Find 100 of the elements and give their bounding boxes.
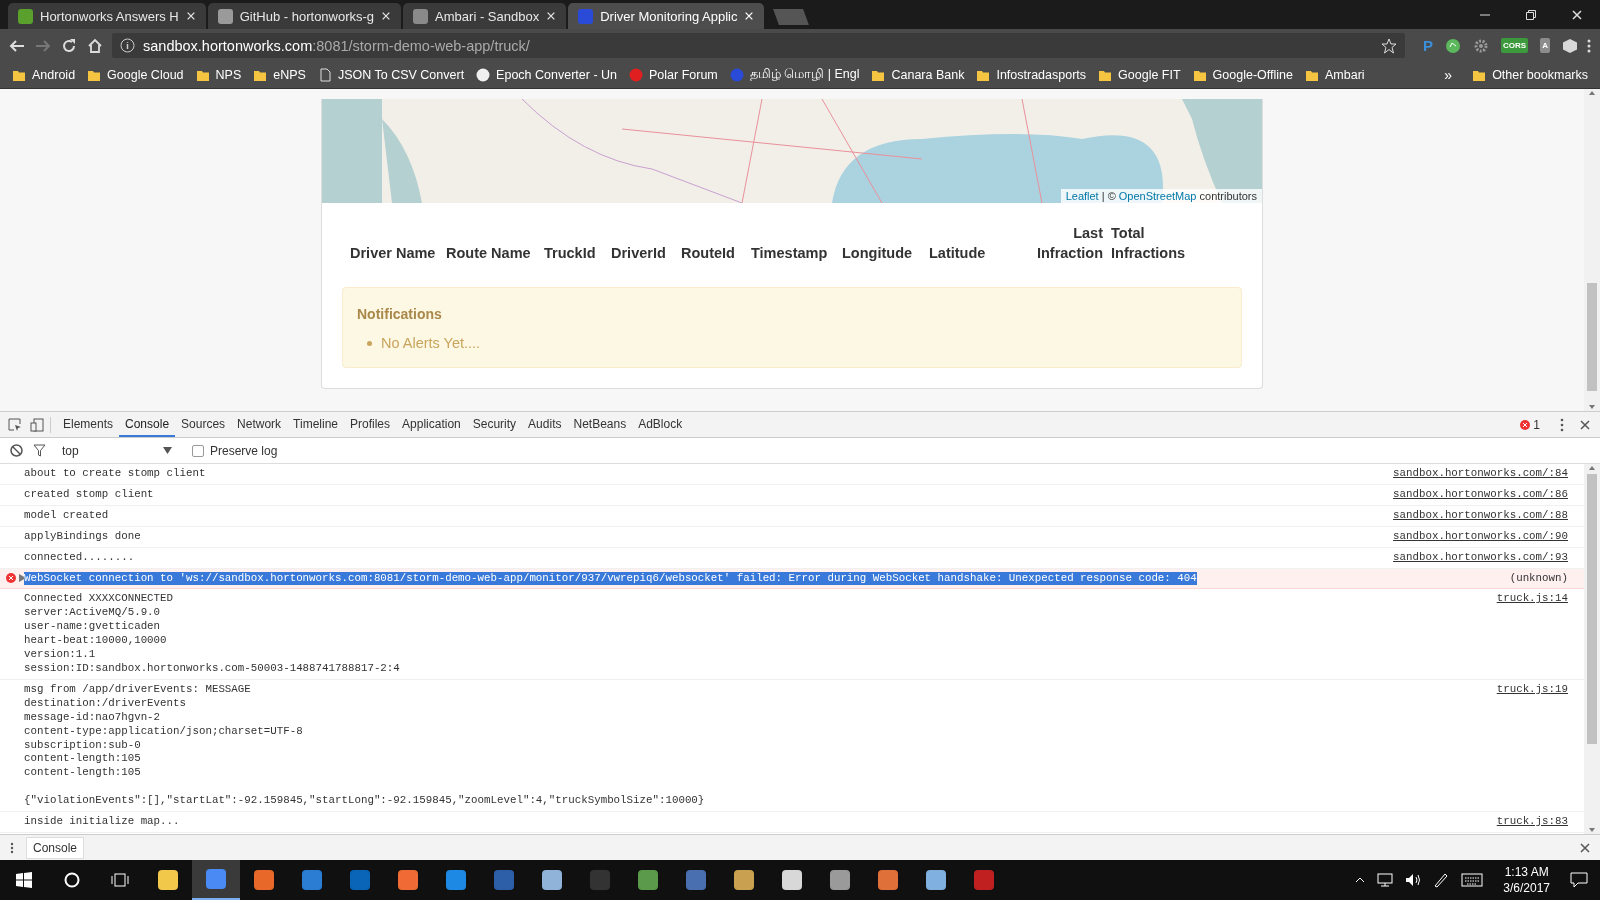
bookmark-item[interactable]: JSON To CSV Convert [311,68,471,82]
close-icon[interactable] [1580,842,1590,853]
devtools-tab[interactable]: Network [231,412,288,437]
folder-icon [1472,68,1487,82]
chevron-up-icon[interactable] [1355,877,1366,883]
extension-icon[interactable]: CORS [1501,38,1529,53]
scrollbar[interactable] [1584,89,1600,411]
keyboard-icon[interactable] [1461,873,1484,887]
devtools-tab[interactable]: Application [396,412,467,437]
windows-icon[interactable] [16,872,32,888]
tab-title: Driver Monitoring Applic [600,8,738,24]
browser-tab[interactable]: Ambari - Sandbox [403,3,567,29]
error-icon [6,573,16,584]
console-message: about to create stomp client [24,467,207,481]
star-icon[interactable] [1381,37,1398,54]
address-bar[interactable]: sandbox.hortonworks.com:8081/storm-demo-web-app/truck/ [112,33,1406,58]
browser-tab[interactable]: Driver Monitoring Applic [568,3,765,29]
source-link[interactable]: truck.js:14 [1496,592,1568,607]
folder-icon [976,68,991,82]
source-link[interactable]: sandbox.hortonworks.com/:90 [1393,529,1568,544]
notification-text: No Alerts Yet.... [381,335,481,351]
column-header: Longitude [842,244,914,263]
bookmark-item[interactable]: Infostradasports [970,68,1093,82]
expand-arrow-icon[interactable] [19,574,26,583]
clear-console-icon[interactable] [10,444,23,457]
devtools-tab[interactable]: Sources [175,412,232,437]
scrollbar[interactable] [1584,464,1600,834]
bookmark-item[interactable]: Ambari [1299,68,1371,82]
home-icon[interactable] [86,36,104,55]
source-link[interactable]: sandbox.hortonworks.com/:93 [1393,550,1568,565]
source-link[interactable]: sandbox.hortonworks.com/:86 [1393,487,1568,502]
scrollbar-thumb[interactable] [1587,283,1597,391]
openstreetmap-link[interactable]: OpenStreetMap [1118,190,1197,202]
info-icon[interactable] [120,38,135,53]
bookmark-item[interactable]: Epoch Converter - Un [470,68,623,82]
close-icon[interactable] [1580,419,1590,430]
devtools-tab[interactable]: Security [466,412,523,437]
url-text: sandbox.hortonworks.com:8081/storm-demo-web-app/truck/ [143,37,530,54]
source-link[interactable]: sandbox.hortonworks.com/:84 [1393,467,1568,481]
drawer-tab[interactable]: Console [26,836,85,859]
browser-tab[interactable]: GitHub - hortonworks-g [207,3,402,29]
bookmark-item[interactable]: Google FIT [1092,68,1187,82]
more-options-icon[interactable] [10,841,14,854]
scroll-up-icon[interactable] [1588,464,1596,472]
console-message: Connected XXXXCONNECTED server:ActiveMQ/5.9.0 user-name:gvetticaden heart-beat:10000,10000 version:1.1 session:ID:sandbox.hortonworks.com-50003-1488741788817-2:4 [24,592,401,676]
devtools-tab[interactable]: Audits [522,412,568,437]
reload-icon[interactable] [60,36,78,55]
console-message: created stomp client [24,487,155,502]
bookmark-item[interactable]: Google-Offline [1186,68,1299,82]
task-view-icon[interactable] [111,872,129,888]
console-message: WebSocket connection to 'ws://sandbox.hortonworks.com:8081/storm-demo-web-app/monitor/937/vwrepiq6/websocket' failed: Error during WebSocket handshake: Unexpected response code: 404 [24,571,1197,586]
extension-icon[interactable] [1445,37,1462,54]
volume-icon[interactable] [1405,873,1422,887]
bookmark-item[interactable]: Google Cloud [81,68,190,82]
bookmark-item[interactable]: Android [6,68,82,82]
inspect-icon[interactable] [8,417,22,432]
context-dropdown[interactable]: top [62,443,172,458]
checkbox[interactable] [192,444,204,457]
devtools-tab[interactable]: NetBeans [567,412,633,437]
leaflet-link[interactable]: Leaflet [1065,190,1099,202]
bookmark-item[interactable]: Canara Bank [865,68,971,82]
tab-title: Ambari - Sandbox [435,8,540,24]
devtools-tab[interactable]: Profiles [344,412,397,437]
scrollbar-thumb[interactable] [1587,474,1597,744]
restore-icon[interactable] [1525,8,1537,21]
column-header: DriverId [611,244,667,263]
source-link[interactable]: truck.js:83 [1496,815,1568,829]
pen-icon[interactable] [1433,872,1450,888]
column-header: Driver Name [350,244,437,263]
search-icon[interactable] [64,872,80,888]
bookmark-item[interactable]: தமிழ் மொழி | Engl [723,67,866,83]
error-counter[interactable]: 1 [1520,417,1540,432]
folder-icon [1192,68,1207,82]
menu-icon[interactable] [1586,37,1592,54]
devtools-tab[interactable]: Elements [57,412,120,437]
bookmark-item[interactable]: eNPS [247,68,312,82]
source-text: (unknown) [1509,571,1568,586]
bookmark-item[interactable]: NPS [189,68,248,82]
folder-icon [1098,68,1113,82]
more-options-icon[interactable] [1560,417,1564,432]
devtools-tab[interactable]: Console [119,412,176,437]
bookmark-item[interactable]: Other bookmarks [1466,68,1594,82]
clock[interactable]: 1:13 AM 3/6/2017 [1503,864,1550,896]
console-message: inside initialize map... [24,815,181,829]
devtools-tab[interactable]: Timeline [287,412,344,437]
source-link[interactable]: truck.js:19 [1496,682,1568,697]
browser-tab[interactable]: Hortonworks Answers H [8,3,206,29]
column-header: Last Infraction [1035,224,1104,263]
cube-icon[interactable] [1562,37,1578,54]
source-link[interactable]: sandbox.hortonworks.com/:88 [1393,508,1568,523]
more-bookmarks-button[interactable]: » [1430,67,1467,83]
device-toolbar-icon[interactable] [30,417,44,432]
bookmark-item[interactable]: Polar Forum [623,68,724,82]
filter-icon[interactable] [33,444,46,457]
notifications-icon[interactable] [1570,872,1588,888]
column-header: Latitude [929,244,987,263]
attribution-separator: | © [1100,190,1117,202]
network-icon[interactable] [1377,873,1394,887]
gear-icon[interactable] [1473,37,1490,54]
devtools-tab[interactable]: AdBlock [632,412,689,437]
